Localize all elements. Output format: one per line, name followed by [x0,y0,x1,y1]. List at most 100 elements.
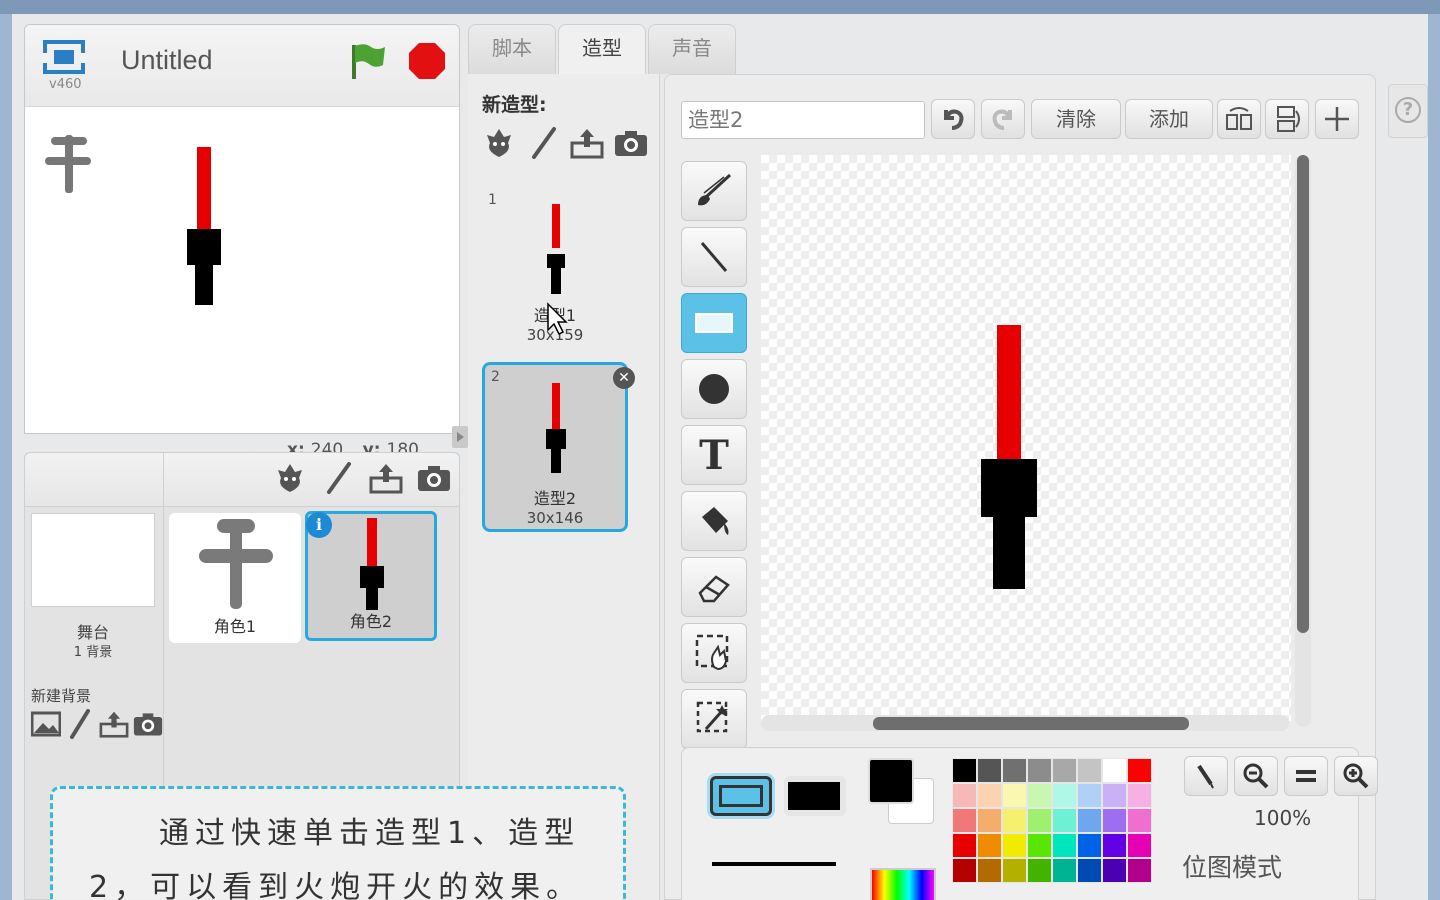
info-icon[interactable]: i [306,512,332,538]
line-width-sample[interactable] [712,862,836,866]
clear-button[interactable]: 清除 [1031,99,1121,139]
sprite1-on-stage[interactable] [43,135,93,193]
palette-color-swatch[interactable] [1027,833,1052,858]
sprite-tile-1[interactable]: 角色1 [169,513,301,643]
backdrop-library-icon[interactable] [29,707,63,741]
palette-color-swatch[interactable] [1127,808,1152,833]
redo-button[interactable] [981,99,1025,139]
horizontal-scroll-thumb[interactable] [873,717,1189,730]
palette-color-swatch[interactable] [1077,833,1102,858]
cannon-sprite-on-stage[interactable] [187,145,221,305]
palette-color-swatch[interactable] [977,858,1002,883]
palette-color-swatch[interactable] [1102,758,1127,783]
upload-sprite-icon[interactable] [369,461,403,495]
palette-color-swatch[interactable] [952,833,977,858]
palette-color-swatch[interactable] [952,858,977,883]
palette-color-swatch[interactable] [1002,858,1027,883]
palette-color-swatch[interactable] [1052,783,1077,808]
stage-collapse-button[interactable] [452,426,468,448]
zoom-out-icon[interactable] [1234,756,1278,796]
palette-color-swatch[interactable] [1077,858,1102,883]
tab-sounds[interactable]: 声音 [648,24,736,74]
palette-color-swatch[interactable] [952,758,977,783]
green-flag-icon[interactable] [347,41,387,81]
horizontal-scrollbar[interactable] [761,715,1289,731]
palette-color-swatch[interactable] [977,808,1002,833]
palette-color-swatch[interactable] [1052,833,1077,858]
paint-new-costume-icon[interactable] [526,126,560,160]
color-picker-gradient[interactable] [870,868,936,900]
outline-mode-button[interactable] [710,776,772,816]
palette-color-swatch[interactable] [1027,858,1052,883]
camera-icon[interactable] [417,461,451,495]
primary-color-swatch[interactable] [868,758,914,804]
paint-new-backdrop-icon[interactable] [63,707,97,741]
fullscreen-icon[interactable] [41,39,87,77]
backdrop-camera-icon[interactable] [131,707,165,741]
zoom-reset-icon[interactable] [1284,756,1328,796]
costume-library-icon[interactable] [482,126,516,160]
palette-color-swatch[interactable] [1052,758,1077,783]
project-title[interactable]: Untitled [121,45,213,76]
tab-scripts[interactable]: 脚本 [468,24,556,74]
costume-item-2[interactable]: 2 ✕ 造型2 30x146 [482,362,635,532]
stage-thumbnail[interactable] [31,513,155,607]
vertical-scrollbar[interactable] [1295,155,1311,727]
palette-color-swatch[interactable] [1127,783,1152,808]
help-button[interactable]: ? [1388,84,1428,138]
text-tool-icon[interactable]: T [681,425,747,485]
palette-color-swatch[interactable] [1027,783,1052,808]
costume-drawing[interactable] [981,325,1037,589]
line-tool-icon[interactable] [681,227,747,287]
stop-icon[interactable] [407,41,447,81]
eyedropper-icon[interactable] [1184,756,1228,796]
palette-color-swatch[interactable] [952,783,977,808]
upload-backdrop-icon[interactable] [97,707,131,741]
palette-color-swatch[interactable] [1077,758,1102,783]
palette-color-swatch[interactable] [1027,808,1052,833]
upload-costume-icon[interactable] [570,126,604,160]
palette-color-swatch[interactable] [977,783,1002,808]
zoom-in-icon[interactable] [1334,756,1378,796]
rectangle-tool-icon[interactable] [681,293,747,353]
palette-color-swatch[interactable] [1052,858,1077,883]
palette-color-swatch[interactable] [952,808,977,833]
eraser-tool-icon[interactable] [681,557,747,617]
sprite-library-icon[interactable] [273,461,307,495]
palette-color-swatch[interactable] [1102,808,1127,833]
palette-color-swatch[interactable] [1052,808,1077,833]
flip-horizontal-icon[interactable] [1217,99,1261,139]
filled-mode-button[interactable] [784,776,846,816]
palette-color-swatch[interactable] [1127,833,1152,858]
palette-color-swatch[interactable] [977,833,1002,858]
palette-color-swatch[interactable] [1002,833,1027,858]
palette-color-swatch[interactable] [1127,858,1152,883]
palette-color-swatch[interactable] [1102,783,1127,808]
palette-color-swatch[interactable] [1127,758,1152,783]
add-button[interactable]: 添加 [1125,99,1213,139]
fill-tool-icon[interactable] [681,491,747,551]
palette-color-swatch[interactable] [1002,758,1027,783]
palette-color-swatch[interactable] [1002,808,1027,833]
costume-camera-icon[interactable] [614,126,648,160]
palette-color-swatch[interactable] [1002,783,1027,808]
palette-color-swatch[interactable] [1077,783,1102,808]
palette-color-swatch[interactable] [977,758,1002,783]
select-tool-icon[interactable] [681,623,747,683]
palette-color-swatch[interactable] [1027,758,1052,783]
paint-canvas[interactable] [761,155,1291,721]
stage-canvas[interactable] [25,107,459,433]
costume-name-input[interactable]: 造型2 [681,101,925,139]
palette-color-swatch[interactable] [1077,808,1102,833]
palette-color-swatch[interactable] [1102,858,1127,883]
magic-wand-tool-icon[interactable] [681,689,747,749]
flip-vertical-icon[interactable] [1265,99,1309,139]
sprite-tile-2[interactable]: i 角色2 [305,511,437,641]
set-center-icon[interactable] [1315,99,1359,139]
undo-button[interactable] [931,99,975,139]
vertical-scroll-thumb[interactable] [1297,155,1309,633]
paint-new-sprite-icon[interactable] [321,461,355,495]
ellipse-tool-icon[interactable] [681,359,747,419]
palette-color-swatch[interactable] [1102,833,1127,858]
brush-tool-icon[interactable] [681,161,747,221]
